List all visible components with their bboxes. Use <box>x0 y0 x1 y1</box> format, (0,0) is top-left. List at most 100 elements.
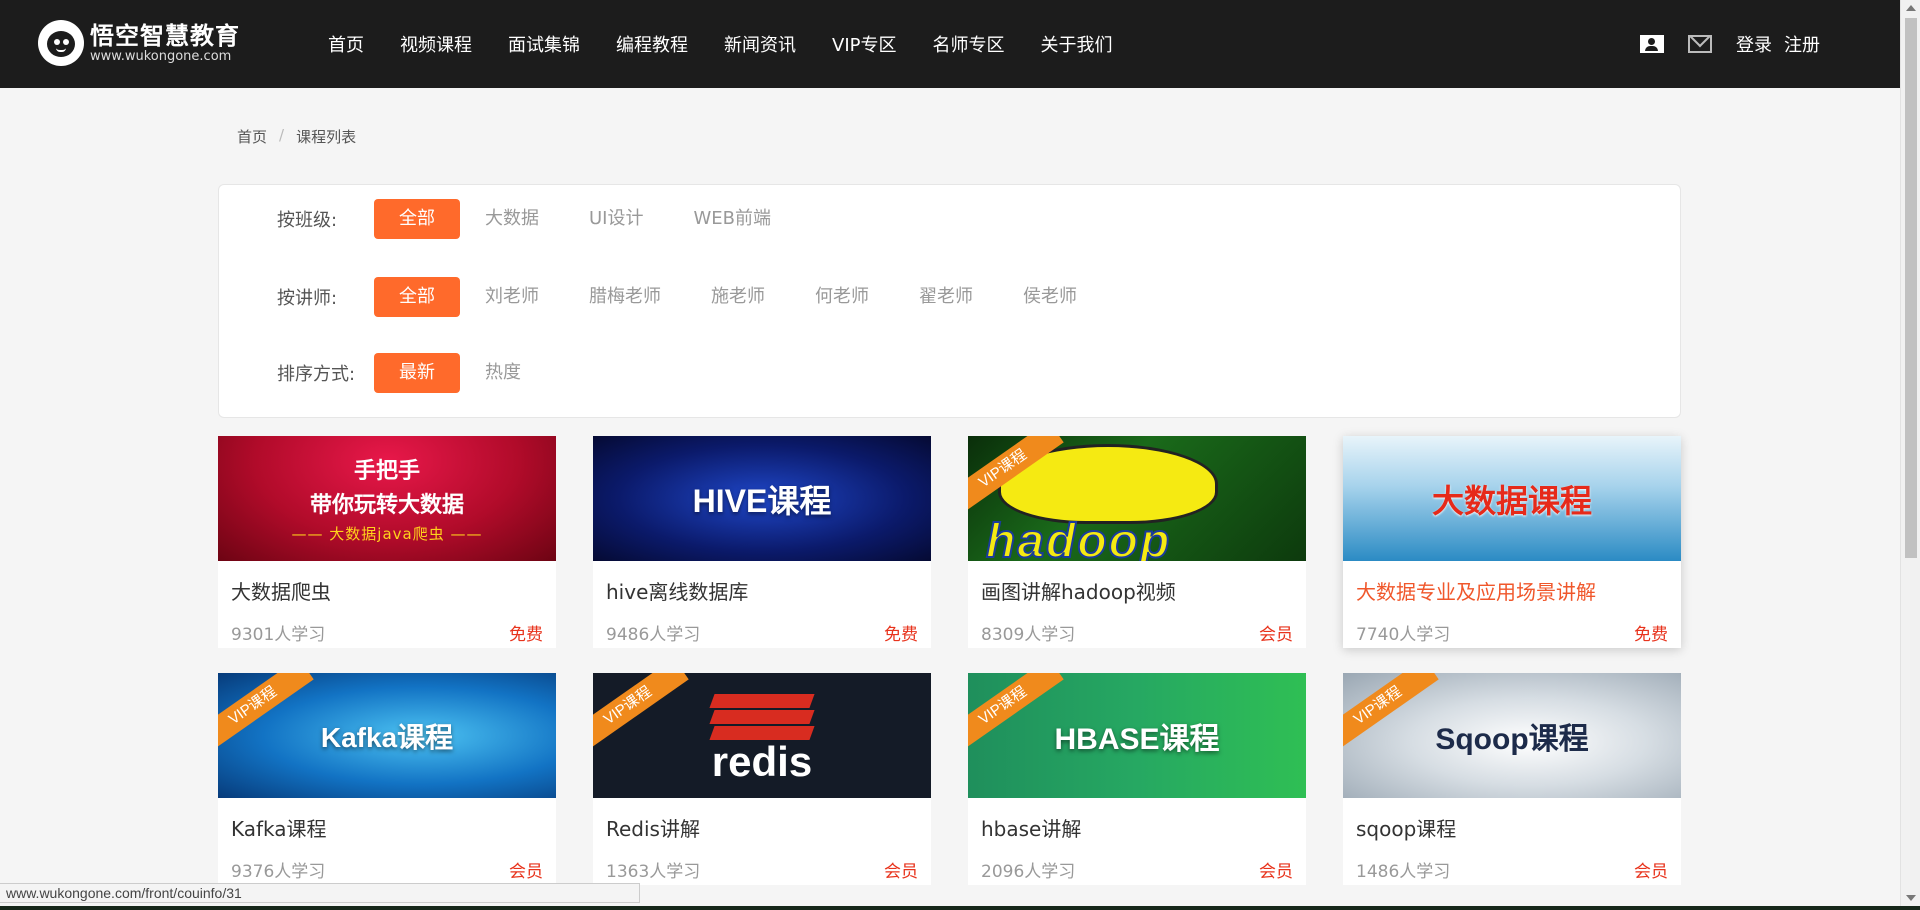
filter-class-web[interactable]: WEB前端 <box>668 199 796 239</box>
thumb-text: redis <box>711 737 813 785</box>
filter-sort-label: 排序方式: <box>277 364 356 385</box>
nav-home[interactable]: 首页 <box>328 31 364 57</box>
learner-count: 1486人学习 <box>1356 862 1451 882</box>
course-title[interactable]: Redis讲解 <box>606 813 700 842</box>
course-title[interactable]: 大数据专业及应用场景讲解 <box>1356 576 1596 605</box>
price-tag: 会员 <box>1259 862 1293 882</box>
course-card[interactable]: 手把手 带你玩转大数据 —— 大数据java爬虫 —— 大数据爬虫 9301人学… <box>218 436 556 648</box>
breadcrumb-current: 课程列表 <box>296 128 357 146</box>
filter-class-ui[interactable]: UI设计 <box>564 199 668 239</box>
course-title[interactable]: sqoop课程 <box>1356 813 1456 842</box>
learner-count: 2096人学习 <box>981 862 1076 882</box>
price-tag: 免费 <box>884 625 918 645</box>
price-tag: 免费 <box>1634 625 1668 645</box>
nav-teachers[interactable]: 名师专区 <box>932 31 1004 57</box>
filter-panel: 按班级: 全部 大数据 UI设计 WEB前端 按讲师: 全部 刘老师 腊梅老师 … <box>218 184 1681 418</box>
filter-teacher-lamei[interactable]: 腊梅老师 <box>564 277 686 317</box>
nav-tutorials[interactable]: 编程教程 <box>616 31 688 57</box>
breadcrumb: 首页 / 课程列表 <box>237 126 356 147</box>
logo-url: www.wukongone.com <box>90 49 232 64</box>
logo-name: 悟空智慧教育 <box>90 22 240 50</box>
thumb-text: HIVE课程 <box>692 482 832 519</box>
monkey-logo-icon <box>38 20 84 66</box>
course-thumbnail[interactable]: 手把手 带你玩转大数据 —— 大数据java爬虫 —— <box>218 436 556 561</box>
filter-class-label: 按班级: <box>277 210 338 231</box>
price-tag: 会员 <box>509 862 543 882</box>
price-tag: 免费 <box>509 625 543 645</box>
filter-teacher-zhai[interactable]: 翟老师 <box>894 277 998 317</box>
browser-status-url: www.wukongone.com/front/couinfo/31 <box>0 883 640 903</box>
scroll-up-arrow-icon[interactable] <box>1906 5 1916 11</box>
bottom-edge <box>0 906 1920 910</box>
learner-count: 9301人学习 <box>231 625 326 645</box>
course-title[interactable]: 大数据爬虫 <box>231 576 331 605</box>
sort-popular[interactable]: 热度 <box>460 353 546 393</box>
learner-count: 9486人学习 <box>606 625 701 645</box>
register-link[interactable]: 注册 <box>1784 31 1820 57</box>
nav-video-courses[interactable]: 视频课程 <box>400 31 472 57</box>
learner-count: 7740人学习 <box>1356 625 1451 645</box>
course-card[interactable]: VIP课程 hadoop 画图讲解hadoop视频 8309人学习 会员 <box>968 436 1306 648</box>
thumb-text: —— 大数据java爬虫 —— <box>291 525 483 543</box>
price-tag: 会员 <box>884 862 918 882</box>
course-title[interactable]: Kafka课程 <box>231 813 327 842</box>
thumb-text: HBASE课程 <box>1054 722 1220 756</box>
course-thumbnail[interactable]: 大数据课程 <box>1343 436 1681 561</box>
vip-ribbon: VIP课程 <box>593 673 689 754</box>
course-title[interactable]: hbase讲解 <box>981 813 1081 842</box>
filter-teacher-liu[interactable]: 刘老师 <box>460 277 564 317</box>
course-thumbnail[interactable]: VIP课程 Kafka课程 <box>218 673 556 798</box>
page-scrollbar[interactable] <box>1900 0 1920 906</box>
filter-teacher-he[interactable]: 何老师 <box>790 277 894 317</box>
course-card[interactable]: VIP课程 Kafka课程 Kafka课程 9376人学习 会员 <box>218 673 556 885</box>
course-thumbnail[interactable]: VIP课程 hadoop <box>968 436 1306 561</box>
filter-teacher-label: 按讲师: <box>277 288 338 309</box>
thumb-text: 带你玩转大数据 <box>309 493 464 518</box>
course-card[interactable]: 大数据课程 大数据专业及应用场景讲解 7740人学习 免费 <box>1343 436 1681 648</box>
user-card-icon[interactable] <box>1640 35 1664 53</box>
breadcrumb-home[interactable]: 首页 <box>237 126 267 147</box>
login-link[interactable]: 登录 <box>1736 31 1772 57</box>
price-tag: 会员 <box>1259 625 1293 645</box>
filter-row-sort: 排序方式: 最新 热度 <box>277 353 546 393</box>
nav-news[interactable]: 新闻资讯 <box>724 31 796 57</box>
course-title[interactable]: hive离线数据库 <box>606 576 748 605</box>
course-card[interactable]: VIP课程 HBASE课程 hbase讲解 2096人学习 会员 <box>968 673 1306 885</box>
nav-about[interactable]: 关于我们 <box>1040 31 1112 57</box>
course-card[interactable]: VIP课程 Sqoop课程 sqoop课程 1486人学习 会员 <box>1343 673 1681 885</box>
nav-vip[interactable]: VIP专区 <box>832 31 896 57</box>
mail-icon[interactable] <box>1688 35 1712 53</box>
vip-ribbon: VIP课程 <box>218 673 314 754</box>
course-card[interactable]: HIVE课程 hive离线数据库 9486人学习 免费 <box>593 436 931 648</box>
course-thumbnail[interactable]: HIVE课程 <box>593 436 931 561</box>
course-card[interactable]: VIP课程 redis Redis讲解 1363人学习 会员 <box>593 673 931 885</box>
learner-count: 1363人学习 <box>606 862 701 882</box>
scroll-thumb[interactable] <box>1905 18 1917 558</box>
filter-teacher-all[interactable]: 全部 <box>374 277 460 317</box>
thumb-text: 大数据课程 <box>1431 482 1592 519</box>
filter-teacher-hou[interactable]: 侯老师 <box>998 277 1102 317</box>
top-navbar: 悟空智慧教育 www.wukongone.com 首页 视频课程 面试集锦 编程… <box>0 0 1900 88</box>
filter-class-all[interactable]: 全部 <box>374 199 460 239</box>
scroll-down-arrow-icon[interactable] <box>1906 895 1916 901</box>
breadcrumb-separator: / <box>279 126 285 144</box>
redis-logo-icon <box>709 693 815 740</box>
filter-row-teacher: 按讲师: 全部 刘老师 腊梅老师 施老师 何老师 翟老师 侯老师 <box>277 277 1102 317</box>
course-thumbnail[interactable]: VIP课程 Sqoop课程 <box>1343 673 1681 798</box>
learner-count: 9376人学习 <box>231 862 326 882</box>
filter-row-class: 按班级: 全部 大数据 UI设计 WEB前端 <box>277 199 796 239</box>
vip-ribbon: VIP课程 <box>968 673 1064 754</box>
main-nav: 首页 视频课程 面试集锦 编程教程 新闻资讯 VIP专区 名师专区 关于我们 <box>310 0 1130 88</box>
price-tag: 会员 <box>1634 862 1668 882</box>
vip-ribbon: VIP课程 <box>1343 673 1439 754</box>
nav-interviews[interactable]: 面试集锦 <box>508 31 580 57</box>
filter-teacher-shi[interactable]: 施老师 <box>686 277 790 317</box>
course-title[interactable]: 画图讲解hadoop视频 <box>981 576 1176 605</box>
thumb-text: Sqoop课程 <box>1435 722 1589 756</box>
sort-newest[interactable]: 最新 <box>374 353 460 393</box>
course-thumbnail[interactable]: VIP课程 HBASE课程 <box>968 673 1306 798</box>
site-logo[interactable]: 悟空智慧教育 www.wukongone.com <box>38 20 240 66</box>
thumb-text: 手把手 <box>353 459 420 484</box>
course-thumbnail[interactable]: VIP课程 redis <box>593 673 931 798</box>
filter-class-bigdata[interactable]: 大数据 <box>460 199 564 239</box>
